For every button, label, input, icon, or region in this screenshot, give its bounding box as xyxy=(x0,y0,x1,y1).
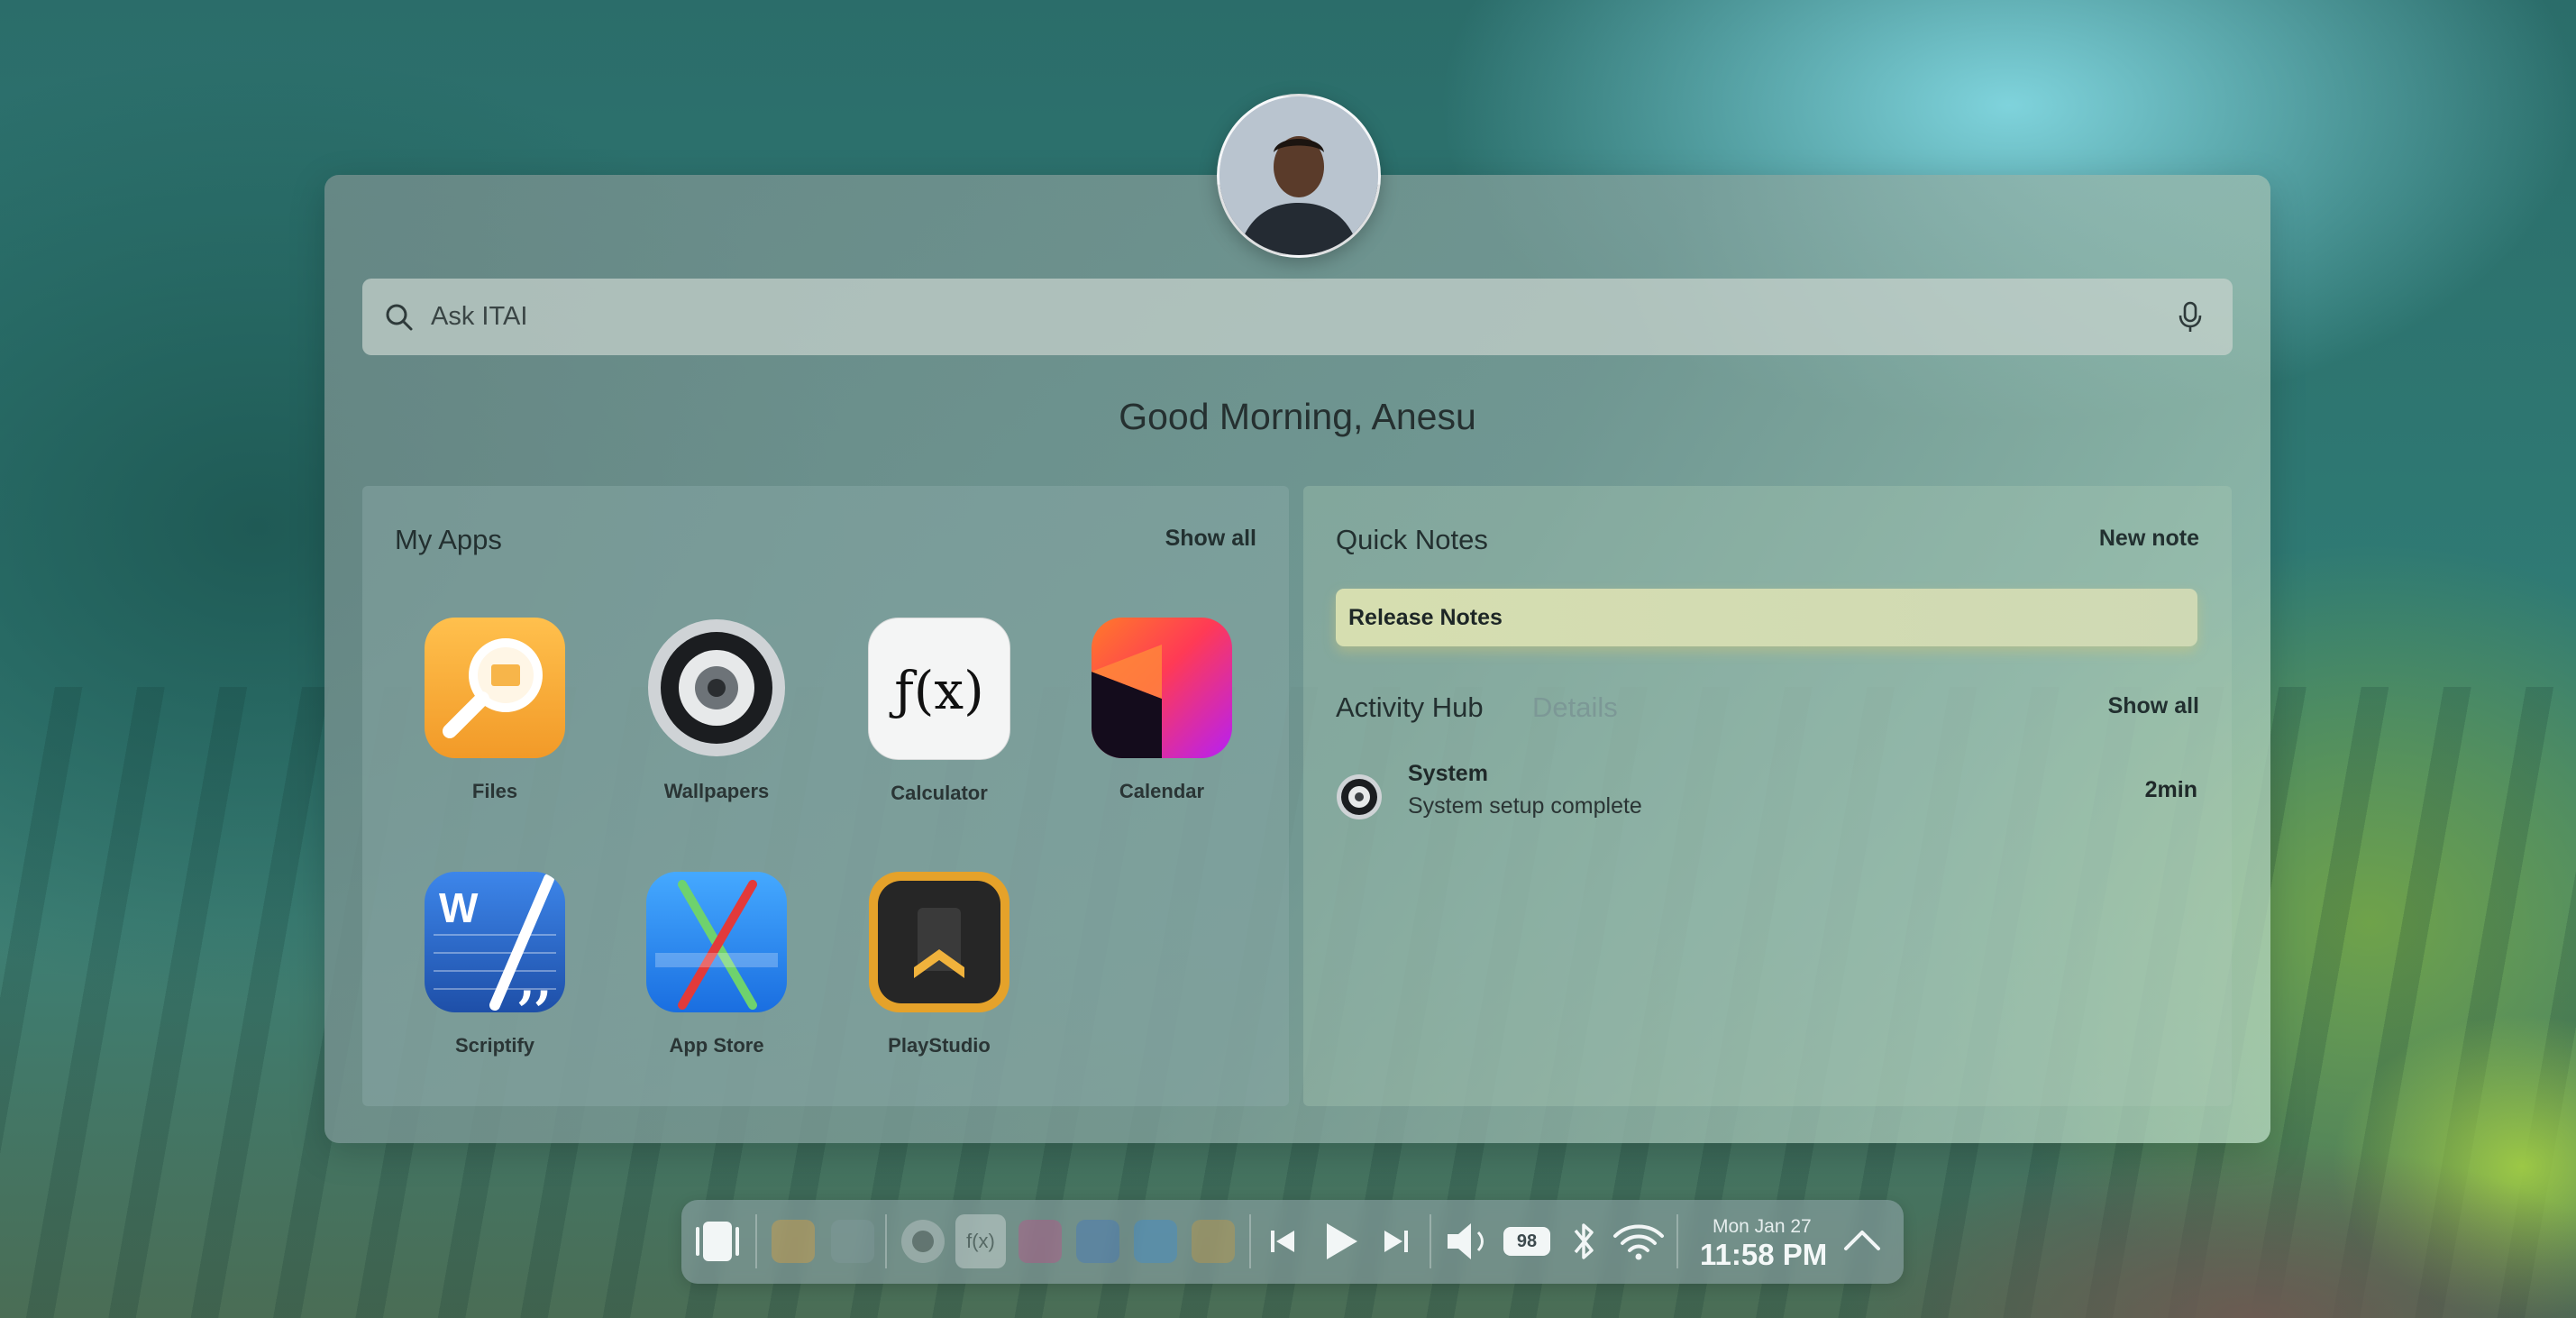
avatar-portrait-icon xyxy=(1219,96,1378,255)
chevron-up-icon[interactable] xyxy=(1837,1214,1887,1268)
new-note-button[interactable]: New note xyxy=(2099,526,2199,552)
dock-separator xyxy=(1676,1214,1678,1268)
scriptify-icon: W ,, xyxy=(425,872,565,1012)
dock-date: Mon Jan 27 xyxy=(1713,1216,1812,1237)
activity-time: 2min xyxy=(2144,777,2197,802)
greeting-text: Good Morning, Anesu xyxy=(1119,396,1476,437)
app-calendar[interactable]: Calendar xyxy=(1076,618,1247,803)
battery-indicator[interactable]: 98 xyxy=(1503,1214,1556,1268)
activity-name: System xyxy=(1408,761,1488,786)
app-files[interactable]: Files xyxy=(409,618,580,803)
app-wallpapers[interactable]: Wallpapers xyxy=(631,618,802,803)
wifi-icon[interactable] xyxy=(1610,1214,1667,1268)
previous-track-icon[interactable] xyxy=(1258,1214,1307,1268)
dock-separator xyxy=(885,1214,887,1268)
app-label: Calendar xyxy=(1119,780,1205,802)
app-scriptify[interactable]: W ,, Scriptify xyxy=(409,872,580,1057)
play-icon[interactable] xyxy=(1312,1214,1366,1268)
svg-text:W: W xyxy=(439,884,479,931)
my-apps-title: My Apps xyxy=(395,524,502,555)
calculator-icon[interactable]: f(x) xyxy=(955,1214,1006,1268)
dock-separator xyxy=(1249,1214,1251,1268)
activity-hub-tab[interactable]: Activity Hub xyxy=(1336,691,1484,724)
dock: f(x) 98 Mon Jan 27 11:58 PM xyxy=(681,1200,1904,1284)
app-app-store[interactable]: App Store xyxy=(631,872,802,1057)
dock-time: 11:58 PM xyxy=(1700,1238,1828,1271)
home-icon[interactable] xyxy=(690,1214,744,1268)
system-icon xyxy=(1337,774,1382,819)
dock-separator xyxy=(755,1214,757,1268)
notes-activity-card: Quick Notes New note Release Notes Activ… xyxy=(1303,486,2232,1106)
my-apps-card: My Apps Show all Files Wallpapers ƒ(x) C… xyxy=(362,486,1289,1106)
search-icon xyxy=(386,304,413,330)
note-item[interactable]: Release Notes xyxy=(1336,589,2197,646)
quick-notes-title: Quick Notes xyxy=(1336,524,1488,555)
home-panel: Good Morning, Anesu My Apps Show all Fil… xyxy=(324,175,2270,1143)
app-label: Calculator xyxy=(891,782,988,804)
app-playstudio[interactable]: PlayStudio xyxy=(854,872,1025,1057)
bluetooth-icon[interactable] xyxy=(1563,1214,1604,1268)
app-label: Wallpapers xyxy=(663,780,770,802)
app-label: Scriptify xyxy=(454,1034,535,1057)
search-input[interactable] xyxy=(429,301,2177,333)
files-icon xyxy=(425,618,565,758)
microphone-icon[interactable] xyxy=(2177,301,2204,334)
app-label: App Store xyxy=(669,1034,764,1057)
search-bar[interactable] xyxy=(362,279,2233,355)
playstudio-icon[interactable] xyxy=(1186,1214,1240,1268)
app-store-icon xyxy=(646,872,787,1012)
dock-separator xyxy=(1430,1214,1431,1268)
user-avatar[interactable] xyxy=(1217,94,1381,258)
svg-text:,,: ,, xyxy=(518,952,553,1010)
calendar-icon xyxy=(1092,618,1232,758)
calendar-icon[interactable] xyxy=(1013,1214,1067,1268)
volume-icon[interactable] xyxy=(1440,1214,1494,1268)
activity-description: System setup complete xyxy=(1408,793,1642,819)
apps-show-all-link[interactable]: Show all xyxy=(1165,526,1256,552)
app-label: Files xyxy=(471,780,518,802)
scriptify-icon[interactable] xyxy=(1071,1214,1125,1268)
activity-item[interactable]: System System setup complete 2min xyxy=(1336,761,2197,824)
wallpapers-icon[interactable] xyxy=(896,1214,950,1268)
calculator-icon: ƒ(x) xyxy=(868,618,1010,760)
app-label: PlayStudio xyxy=(888,1034,991,1057)
battery-level: 98 xyxy=(1503,1227,1550,1256)
next-track-icon[interactable] xyxy=(1372,1214,1420,1268)
files-icon[interactable] xyxy=(766,1214,820,1268)
details-tab[interactable]: Details xyxy=(1532,691,1618,724)
app-calculator[interactable]: ƒ(x) Calculator xyxy=(854,618,1025,805)
playstudio-icon xyxy=(869,872,1009,1012)
wallpapers-icon xyxy=(646,618,787,758)
calculator-glyph: ƒ(x) xyxy=(894,660,984,721)
activity-show-all-link[interactable]: Show all xyxy=(2108,693,2199,719)
app-store-icon[interactable] xyxy=(1128,1214,1183,1268)
dock-app-icon[interactable] xyxy=(826,1214,880,1268)
